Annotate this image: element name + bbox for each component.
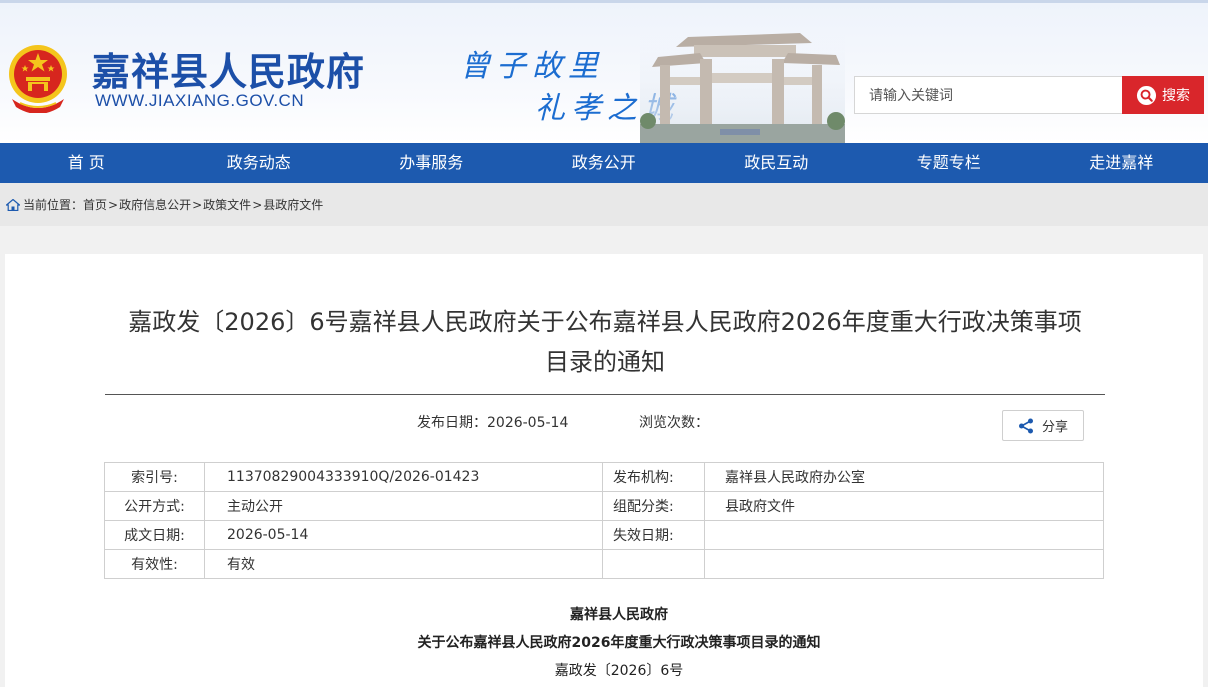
created-date-label: 成文日期:: [104, 520, 205, 550]
site-header: 嘉祥县人民政府 WWW.JIAXIANG.GOV.CN 曾子故里 礼孝之城 请输…: [0, 0, 1208, 143]
share-icon: [1018, 418, 1033, 433]
expiry-date-label: 失效日期:: [602, 520, 705, 550]
home-icon: [6, 198, 20, 211]
table-row: 索引号: 11370829004333910Q/2026-01423 发布机构:…: [104, 462, 1104, 492]
empty-cell: [602, 549, 705, 579]
national-emblem-icon: [9, 45, 67, 113]
body-document-number: 嘉政发〔2026〕6号: [554, 663, 684, 679]
site-title[interactable]: 嘉祥县人民政府: [92, 41, 365, 96]
breadcrumb-prefix: 当前位置：: [23, 198, 84, 212]
slogan-line-1: 曾子故里: [460, 49, 604, 84]
breadcrumb-separator: >: [192, 197, 203, 212]
validity-value: 有效: [204, 549, 603, 579]
document-info-table: 索引号: 11370829004333910Q/2026-01423 发布机构:…: [104, 462, 1104, 579]
search-button[interactable]: 搜索: [1122, 76, 1204, 114]
document-panel: 嘉政发〔2026〕6号嘉祥县人民政府关于公布嘉祥县人民政府2026年度重大行政决…: [5, 254, 1203, 687]
nav-item-about[interactable]: 走进嘉祥: [1035, 143, 1208, 183]
breadcrumb-policy-docs[interactable]: 政策文件: [203, 196, 251, 213]
document-title: 嘉政发〔2026〕6号嘉祥县人民政府关于公布嘉祥县人民政府2026年度重大行政决…: [105, 302, 1105, 382]
publish-date: 发布日期：2026-05-14: [417, 412, 568, 432]
breadcrumb: 当前位置： 首页 > 政府信息公开 > 政策文件 > 县政府文件: [0, 183, 1208, 226]
nav-item-topics[interactable]: 专题专栏: [863, 143, 1036, 183]
nav-item-interaction[interactable]: 政民互动: [690, 143, 863, 183]
body-issuing-org: 嘉祥县人民政府: [570, 607, 668, 623]
disclosure-label: 公开方式:: [104, 491, 205, 521]
publish-date-value: 2026-05-14: [487, 415, 569, 431]
share-button[interactable]: 分享: [1002, 410, 1084, 441]
title-divider: [105, 394, 1105, 395]
stone-archway-image: [640, 29, 845, 143]
document-title-line-2: 目录的通知: [545, 348, 665, 376]
breadcrumb-info-disclosure[interactable]: 政府信息公开: [119, 196, 191, 213]
index-value: 11370829004333910Q/2026-01423: [204, 462, 603, 492]
category-label: 组配分类:: [602, 491, 705, 521]
validity-label: 有效性:: [104, 549, 205, 579]
table-row: 成文日期: 2026-05-14 失效日期:: [104, 520, 1104, 550]
created-date-value: 2026-05-14: [204, 520, 603, 550]
expiry-date-value: [704, 520, 1104, 550]
nav-item-disclosure[interactable]: 政务公开: [518, 143, 691, 183]
breadcrumb-home[interactable]: 首页: [83, 196, 107, 213]
publisher-label: 发布机构:: [602, 462, 705, 492]
site-url: WWW.JIAXIANG.GOV.CN: [95, 91, 305, 110]
nav-item-services[interactable]: 办事服务: [345, 143, 518, 183]
main-nav: 首 页 政务动态 办事服务 政务公开 政民互动 专题专栏 走进嘉祥: [0, 143, 1208, 183]
table-row: 有效性: 有效: [104, 549, 1104, 579]
search-input[interactable]: [854, 76, 1124, 114]
nav-item-news[interactable]: 政务动态: [173, 143, 346, 183]
category-value: 县政府文件: [704, 491, 1104, 521]
share-label: 分享: [1041, 420, 1068, 435]
empty-cell: [704, 549, 1104, 579]
index-label: 索引号:: [104, 462, 205, 492]
nav-item-home[interactable]: 首 页: [0, 143, 173, 183]
breadcrumb-separator: >: [108, 197, 119, 212]
document-title-line-1: 嘉政发〔2026〕6号嘉祥县人民政府关于公布嘉祥县人民政府2026年度重大行政决…: [128, 308, 1082, 336]
breadcrumb-separator: >: [252, 197, 263, 212]
disclosure-value: 主动公开: [204, 491, 603, 521]
view-count-label: 浏览次数：: [639, 415, 709, 431]
search-icon: [1136, 85, 1157, 105]
publish-date-label: 发布日期：: [417, 415, 487, 431]
view-count: 浏览次数：: [639, 412, 709, 432]
table-row: 公开方式: 主动公开 组配分类: 县政府文件: [104, 491, 1104, 521]
body-heading: 关于公布嘉祥县人民政府2026年度重大行政决策事项目录的通知: [417, 635, 821, 651]
publisher-value: 嘉祥县人民政府办公室: [704, 462, 1104, 492]
search-button-label: 搜索: [1162, 87, 1190, 103]
breadcrumb-county-docs[interactable]: 县政府文件: [263, 196, 323, 213]
